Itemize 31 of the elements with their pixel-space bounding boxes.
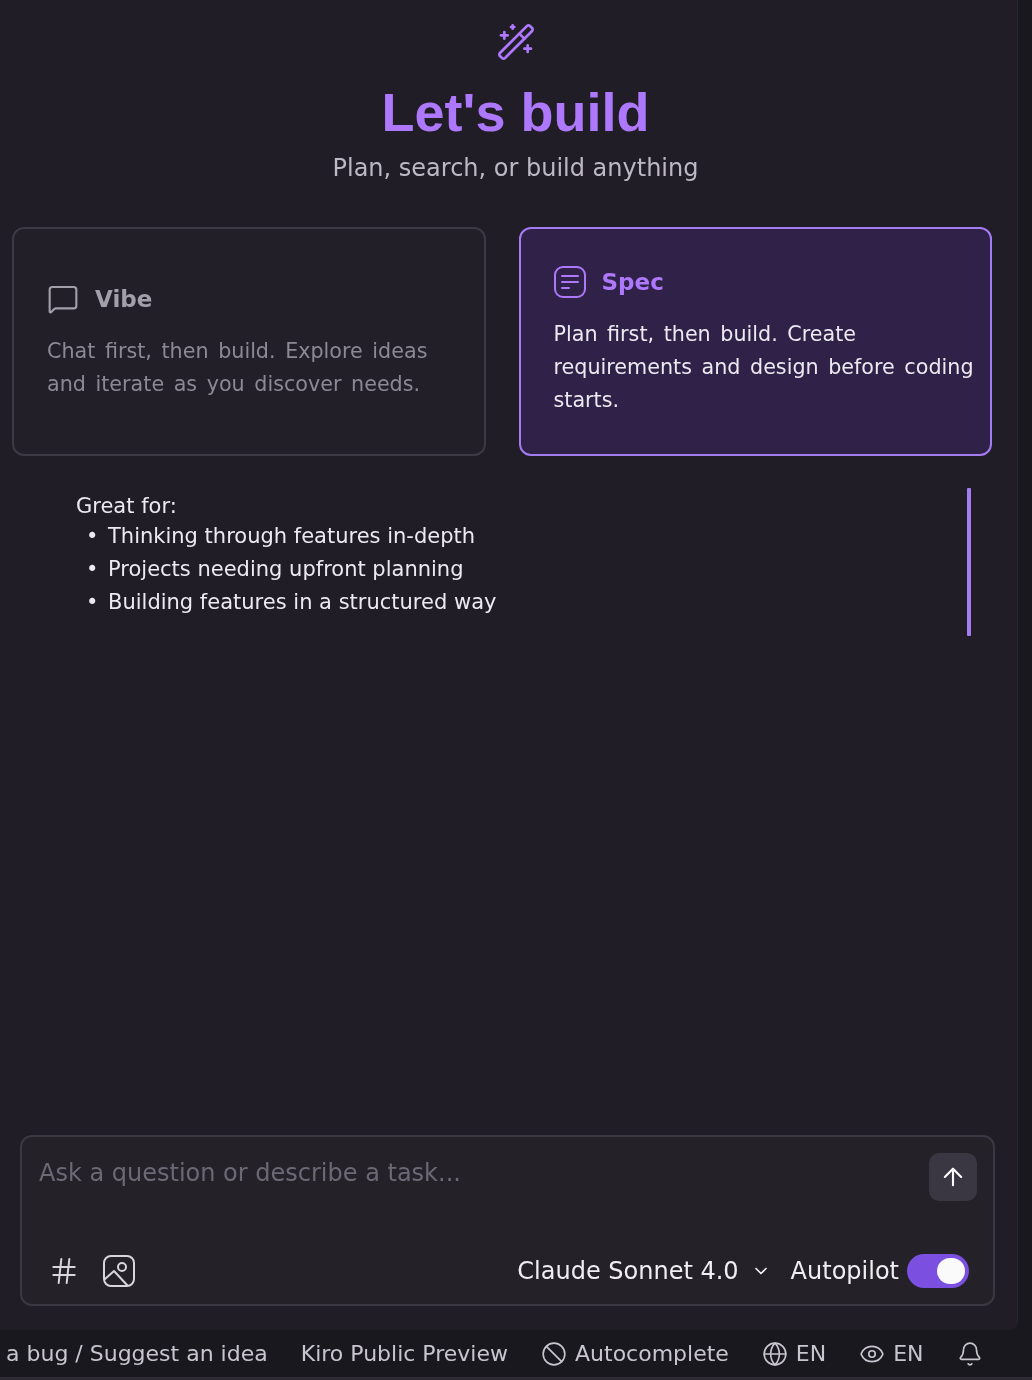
autocomplete-button[interactable]: Autocomplete bbox=[541, 1340, 729, 1367]
mode-description: Chat first, then build. Explore ideas and iterate as you discover needs. bbox=[47, 337, 429, 398]
mode-title: Vibe bbox=[95, 284, 153, 313]
model-selector[interactable]: Claude Sonnet 4.0 bbox=[517, 1257, 771, 1285]
bullet-marker: • bbox=[86, 556, 100, 583]
bullet-item: Projects needing upfront planning bbox=[108, 556, 464, 583]
slashed-circle-icon bbox=[541, 1340, 567, 1367]
status-link[interactable]: a bug / Suggest an idea bbox=[6, 1341, 268, 1366]
mode-card[interactable]: Vibe Chat first, then build. Explore ideas and iterate as you discover needs. bbox=[12, 227, 486, 456]
list-heading: Great for: bbox=[76, 493, 177, 520]
image-button[interactable] bbox=[103, 1255, 135, 1287]
bullet-marker: • bbox=[86, 589, 100, 616]
image-icon bbox=[103, 1255, 135, 1287]
globe-icon bbox=[761, 1340, 788, 1367]
magic-wand-icon bbox=[495, 22, 536, 62]
language-button[interactable]: EN bbox=[761, 1340, 827, 1367]
mode-card[interactable]: Spec Plan first, then build. Create requirements and design before coding starts. bbox=[518, 227, 992, 456]
bullet-marker: • bbox=[86, 523, 100, 550]
bullet-item: Building features in a structured way bbox=[108, 589, 497, 616]
page-subtitle: Plan, search, or build anything bbox=[332, 153, 699, 183]
status-link[interactable]: Kiro Public Preview bbox=[300, 1341, 508, 1366]
document-lines-icon bbox=[553, 266, 586, 298]
bullet-item: Thinking through features in-depth bbox=[108, 523, 476, 550]
mode-description: Plan first, then build. Create requirements and design before coding starts. bbox=[553, 321, 975, 414]
message-input[interactable]: Ask a question or describe a task... bbox=[39, 1153, 917, 1193]
toggle-label: Autopilot bbox=[790, 1257, 899, 1285]
status-button[interactable]: EN bbox=[859, 1340, 924, 1367]
page-title: Let's build bbox=[381, 82, 650, 142]
send-button[interactable] bbox=[929, 1153, 977, 1201]
autopilot-toggle[interactable] bbox=[907, 1254, 969, 1288]
mode-title: Spec bbox=[601, 268, 664, 296]
